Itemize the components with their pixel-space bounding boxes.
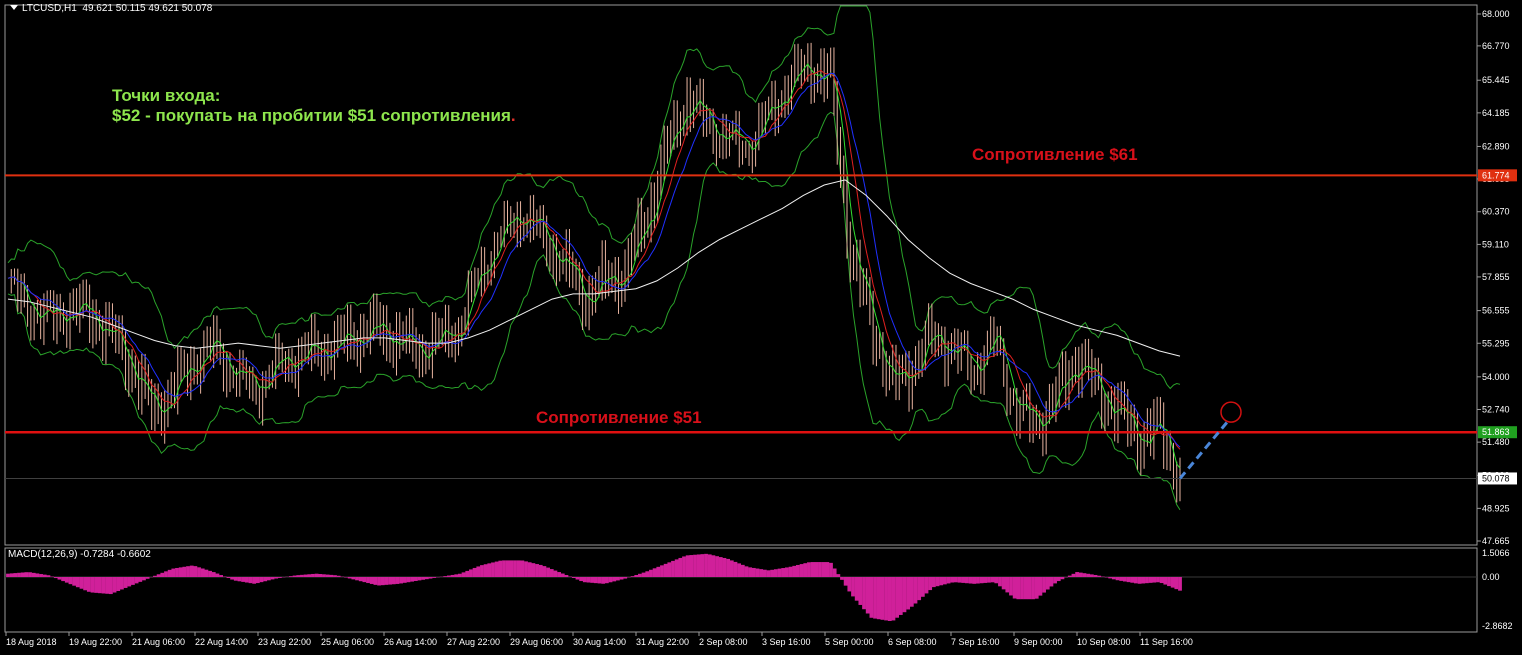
- price-tick-label: 52.740: [1482, 404, 1510, 414]
- price-tick-label: 68.000: [1482, 9, 1510, 19]
- time-tick-label: 11 Sep 16:00: [1140, 637, 1193, 647]
- price-axis: 68.00066.77065.44564.18562.89061.63560.3…: [1477, 9, 1510, 546]
- forecast-line: [1178, 420, 1230, 480]
- price-tick-label: 55.295: [1482, 338, 1510, 348]
- price-tick-label: 65.445: [1482, 75, 1510, 85]
- time-tick-label: 23 Aug 22:00: [258, 637, 311, 647]
- ma-200-line: [7, 179, 1181, 357]
- price-tick-label: 64.185: [1482, 108, 1510, 118]
- ma-slow-line: [7, 72, 1181, 448]
- dropdown-arrow-icon[interactable]: [10, 5, 18, 10]
- time-tick-label: 5 Sep 00:00: [825, 637, 874, 647]
- time-tick-label: 21 Aug 06:00: [132, 637, 185, 647]
- time-tick-label: 26 Aug 14:00: [384, 637, 437, 647]
- time-tick-label: 7 Sep 16:00: [951, 637, 1000, 647]
- resistance-51-label: Сопротивление $51: [536, 408, 702, 427]
- target-circle: [1220, 401, 1242, 423]
- forecast-arrow: [1178, 401, 1242, 480]
- time-tick-label: 9 Sep 00:00: [1014, 637, 1063, 647]
- entry-points-note: Точки входа: $52 - покупать на пробитии …: [112, 86, 516, 126]
- bollinger-lower-band: [7, 111, 1181, 511]
- price-label-text: 50.078: [1482, 473, 1510, 483]
- chart-header: LTCUSD,H1 49.621 50.115 49.621 50.078: [10, 3, 212, 14]
- entry-line: $52 - покупать на пробитии $51 сопротивл…: [112, 106, 516, 126]
- time-tick-label: 30 Aug 14:00: [573, 637, 626, 647]
- price-tick-label: 62.890: [1482, 141, 1510, 151]
- macd-axis: 1.5066 0.00 -2.8682: [1482, 548, 1513, 631]
- entry-title: Точки входа:: [112, 86, 221, 105]
- time-tick-label: 18 Aug 2018: [6, 637, 57, 647]
- macd-tick-label: -2.8682: [1482, 621, 1513, 631]
- time-tick-label: 10 Sep 08:00: [1077, 637, 1131, 647]
- price-tick-label: 54.000: [1482, 372, 1510, 382]
- price-tick-label: 48.925: [1482, 503, 1510, 513]
- resistance-61-label: Сопротивление $61: [972, 145, 1138, 164]
- time-tick-label: 6 Sep 08:00: [888, 637, 937, 647]
- symbol-label: LTCUSD,H1: [22, 3, 77, 14]
- time-tick-label: 27 Aug 22:00: [447, 637, 500, 647]
- price-label-text: 61.774: [1482, 170, 1510, 180]
- macd-pane-border: [4, 547, 1478, 633]
- entry-text: $52 - покупать на пробитии $51 сопротивл…: [112, 106, 511, 125]
- macd-tick-label: 1.5066: [1482, 548, 1510, 558]
- bollinger-bands: [7, 5, 1181, 511]
- macd-label: MACD(12,26,9) -0.7284 -0.6602: [8, 549, 151, 560]
- price-tick-label: 57.855: [1482, 272, 1510, 282]
- time-tick-label: 3 Sep 16:00: [762, 637, 811, 647]
- macd-tick-label: 0.00: [1482, 572, 1500, 582]
- price-tick-label: 60.370: [1482, 207, 1510, 217]
- price-tick-label: 66.770: [1482, 41, 1510, 51]
- entry-dot: .: [510, 106, 516, 125]
- price-label-text: 51.863: [1482, 427, 1510, 437]
- price-tick-label: 47.665: [1482, 536, 1510, 546]
- horizontal-lines[interactable]: [5, 174, 1477, 479]
- time-tick-label: 25 Aug 06:00: [321, 637, 374, 647]
- time-tick-label: 31 Aug 22:00: [636, 637, 689, 647]
- price-tick-label: 59.110: [1482, 239, 1509, 249]
- price-tick-label: 56.555: [1482, 306, 1510, 316]
- price-tick-label: 51.480: [1482, 437, 1510, 447]
- bollinger-upper-band: [7, 5, 1181, 390]
- time-tick-label: 2 Sep 08:00: [699, 637, 748, 647]
- time-tick-label: 22 Aug 14:00: [195, 637, 248, 647]
- time-tick-label: 29 Aug 06:00: [510, 637, 563, 647]
- ohlc-values: 49.621 50.115 49.621 50.078: [82, 3, 213, 14]
- time-tick-label: 19 Aug 22:00: [69, 637, 122, 647]
- time-axis: 18 Aug 2018 19 Aug 22:00 21 Aug 06:00 22 Au…: [5, 632, 1193, 647]
- macd-histogram: [6, 553, 1182, 622]
